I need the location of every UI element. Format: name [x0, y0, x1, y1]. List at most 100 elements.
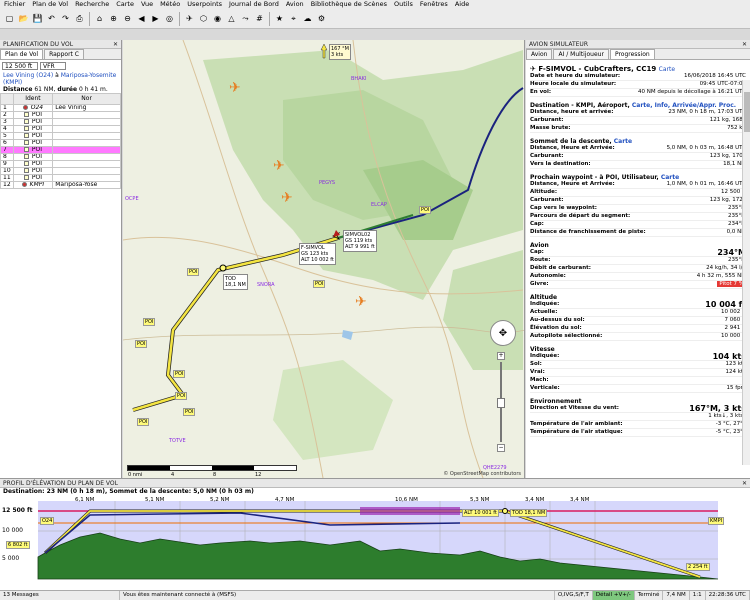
tab-report[interactable]: Rapport C — [44, 49, 84, 59]
waypoint-totve[interactable]: TOTVE — [169, 438, 186, 444]
map-link[interactable]: Carte — [659, 66, 675, 73]
flight-plan-row[interactable]: 9 POI — [0, 160, 121, 168]
route-from[interactable]: Lee Vining (O24) — [3, 72, 53, 79]
flight-plan-row[interactable]: 5 POI — [0, 132, 121, 140]
new-icon[interactable]: ▢ — [3, 12, 16, 25]
weather-icon[interactable]: ☁ — [301, 12, 314, 25]
zoom-control[interactable]: + − — [497, 352, 505, 456]
airport-icon[interactable]: ✈ — [183, 12, 196, 25]
flight-plan-row[interactable]: 12 KMPI Mariposa-Yose — [0, 181, 121, 189]
profile-tag[interactable]: O24 — [40, 517, 55, 525]
tod-callout[interactable]: TOD 18,1 NM — [223, 274, 248, 290]
tab-progress[interactable]: Progression — [609, 49, 655, 59]
tab-ai-multiplayer[interactable]: AI / Multijoueur — [553, 49, 609, 59]
menu-item[interactable]: Carte — [116, 0, 134, 9]
ai-aircraft-icon[interactable]: ✈ — [229, 80, 241, 96]
waypoint-bhaki[interactable]: BHAKI — [351, 76, 366, 82]
col-name[interactable]: Nor — [52, 93, 121, 105]
close-icon[interactable]: ✕ — [742, 40, 747, 49]
close-icon[interactable]: ✕ — [742, 479, 747, 488]
profile-tag[interactable]: ALT 10 001 ft — [462, 509, 499, 517]
map-view[interactable]: ✈ ✈ ✈ ✈ BHAKI PEGYS ELCAP SNORA TOTVE OC… — [123, 40, 525, 478]
menu-item[interactable]: Journal de Bord — [229, 0, 279, 9]
waypoint-poi[interactable]: POI — [175, 392, 188, 400]
zoom-slider[interactable] — [497, 362, 505, 442]
open-icon[interactable]: 📂 — [17, 12, 30, 25]
menu-item[interactable]: Fenêtres — [420, 0, 448, 9]
zoom-in-icon[interactable]: ⊕ — [107, 12, 120, 25]
settings-icon[interactable]: ⚙ — [315, 12, 328, 25]
ai-aircraft-icon[interactable]: ✈ — [273, 158, 285, 174]
tab-flight-plan[interactable]: Plan de Vol — [0, 49, 44, 59]
menu-item[interactable]: Plan de Vol — [32, 0, 68, 9]
tod-marker[interactable] — [502, 508, 508, 514]
flight-plan-row[interactable]: 4 POI — [0, 125, 121, 133]
waypoint-icon[interactable]: △ — [225, 12, 238, 25]
map-credit[interactable]: © OpenStreetMap contributors — [443, 471, 521, 477]
zoom-out-button[interactable]: − — [497, 444, 505, 452]
star-icon[interactable]: ★ — [273, 12, 286, 25]
scroll-thumb[interactable] — [744, 92, 750, 132]
redo-icon[interactable]: ↷ — [59, 12, 72, 25]
detail-status[interactable]: Détail +V+/- — [592, 591, 635, 600]
waypoint-poi[interactable]: POI — [187, 268, 200, 276]
messages-status[interactable]: 13 Messages — [0, 591, 120, 600]
menu-item[interactable]: Userpoints — [187, 0, 222, 9]
center-icon[interactable]: ◎ — [163, 12, 176, 25]
save-icon[interactable]: 💾 — [31, 12, 44, 25]
waypoint-elcap[interactable]: ELCAP — [371, 202, 387, 208]
tab-aircraft[interactable]: Avion — [526, 49, 553, 59]
aircraft-callout[interactable]: SIMVOL02 GS 119 kts ALT 9 991 ft — [343, 230, 377, 252]
map-link[interactable]: Carte — [614, 138, 632, 145]
profile-tag[interactable]: TOD 18,1 NM — [510, 509, 548, 517]
tod-marker[interactable] — [219, 264, 227, 272]
menu-item[interactable]: Recherche — [75, 0, 109, 9]
flight-plan-row[interactable]: 6 POI — [0, 139, 121, 147]
forward-icon[interactable]: ▶ — [149, 12, 162, 25]
waypoint-poi[interactable]: POI — [419, 206, 432, 214]
flight-plan-row[interactable]: 3 POI — [0, 118, 121, 126]
zoom-handle[interactable] — [497, 398, 505, 408]
vor-icon[interactable]: ⬡ — [197, 12, 210, 25]
menu-item[interactable]: Météo — [160, 0, 180, 9]
col-ident[interactable]: Ident — [12, 93, 54, 105]
flight-plan-row[interactable]: 2 POI — [0, 111, 121, 119]
home-icon[interactable]: ⌂ — [93, 12, 106, 25]
flight-rule-select[interactable]: VFR — [40, 62, 66, 70]
undo-icon[interactable]: ↶ — [45, 12, 58, 25]
waypoint-snora[interactable]: SNORA — [257, 282, 275, 288]
close-icon[interactable]: ✕ — [113, 40, 118, 49]
profile-tag[interactable]: KMPI — [708, 517, 725, 525]
elevation-profile-chart[interactable] — [0, 497, 750, 591]
flight-plan-row[interactable]: 1 O24 Lee Vining — [0, 104, 121, 112]
waypoint-pegys[interactable]: PEGYS — [319, 180, 335, 186]
waypoint-poi[interactable]: POI — [173, 370, 186, 378]
flight-plan-row[interactable]: 10 POI — [0, 167, 121, 175]
col-index[interactable] — [0, 93, 14, 105]
map-link[interactable]: Carte — [661, 174, 679, 181]
waypoint-poi[interactable]: POI — [183, 408, 196, 416]
zoom-out-icon[interactable]: ⊖ — [121, 12, 134, 25]
ai-aircraft-icon[interactable]: ✈ — [281, 190, 293, 206]
flight-plan-row[interactable]: 11 POI — [0, 174, 121, 182]
waypoint-ocpe[interactable]: OCPE — [125, 196, 139, 202]
target-icon[interactable]: ⌖ — [287, 12, 300, 25]
menu-item[interactable]: Outils — [394, 0, 413, 9]
zoom-in-button[interactable]: + — [497, 352, 505, 360]
back-icon[interactable]: ◀ — [135, 12, 148, 25]
vertical-scrollbar[interactable] — [742, 80, 750, 465]
sim-aircraft-callout[interactable]: F-SIMVOL GS 123 kts ALT 10 002 ft — [299, 243, 336, 265]
flight-plan-row[interactable]: 8 POI — [0, 153, 121, 161]
ndb-icon[interactable]: ◉ — [211, 12, 224, 25]
waypoint-poi[interactable]: POI — [137, 418, 150, 426]
flight-plan-row[interactable]: 7 POI — [0, 146, 121, 154]
menu-item[interactable]: Bibliothèque de Scènes — [311, 0, 387, 9]
waypoint-poi[interactable]: POI — [135, 340, 148, 348]
destination-links[interactable]: Carte, Info, Arrivée/Appr. Proc. — [632, 102, 736, 109]
menu-item[interactable]: Aide — [455, 0, 469, 9]
menu-item[interactable]: Vue — [141, 0, 153, 9]
waypoint-poi[interactable]: POI — [313, 280, 326, 288]
menu-item[interactable]: Avion — [286, 0, 304, 9]
waypoint-poi[interactable]: POI — [143, 318, 156, 326]
altitude-input[interactable]: 12 500 ft — [2, 62, 38, 70]
